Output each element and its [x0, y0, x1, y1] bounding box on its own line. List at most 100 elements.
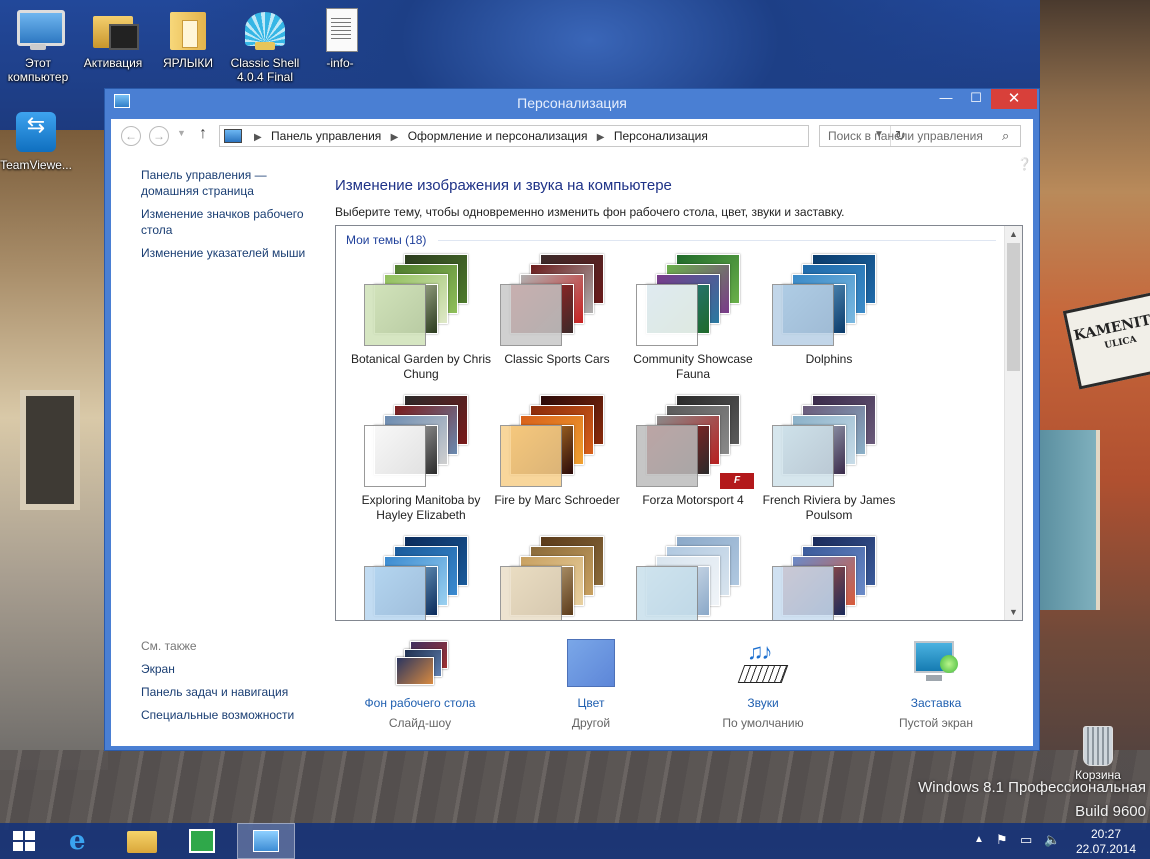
monitor-icon	[14, 6, 65, 54]
group-header-my-themes[interactable]: Мои темы (18)	[346, 233, 426, 247]
breadcrumb: ▶ Панель управления ▶ Оформление и персо…	[248, 129, 708, 143]
up-level-button[interactable]: ↑	[199, 125, 207, 143]
theme-item[interactable]	[484, 536, 612, 620]
search-icon[interactable]: ⌕	[1002, 128, 1018, 144]
clock-time: 20:27	[1090, 827, 1122, 841]
desktop-icon-shortcuts[interactable]: ЯРЛЫКИ	[152, 6, 224, 70]
taskbar-file-explorer[interactable]	[115, 823, 169, 859]
theme-thumbnail	[766, 254, 890, 348]
volume-icon[interactable]: 🔈	[1044, 832, 1060, 859]
wallpaper-building-left	[0, 130, 108, 770]
back-button[interactable]: ←	[121, 126, 141, 146]
help-icon[interactable]: ❔	[1017, 157, 1032, 171]
link-change-desktop-icons[interactable]: Изменение значков рабочего стола	[141, 206, 321, 238]
chevron-right-icon[interactable]: ▶	[391, 132, 399, 143]
see-also-title: См. также	[141, 639, 197, 653]
show-hidden-icons-icon[interactable]: ▲	[974, 834, 984, 859]
desktop-icon-teamviewer[interactable]: TeamViewe...	[0, 108, 72, 172]
action-center-flag-icon[interactable]: ⚑	[996, 832, 1008, 859]
theme-thumbnail	[358, 536, 482, 620]
theme-item[interactable]	[620, 536, 748, 620]
sounds-icon: ♫♪	[733, 639, 793, 689]
scrollbar-thumb[interactable]	[1007, 243, 1020, 371]
themes-list[interactable]: Мои темы (18) Botanical Garden by Chris …	[335, 225, 1023, 621]
theme-item[interactable]	[756, 536, 884, 620]
address-bar[interactable]: ▶ Панель управления ▶ Оформление и персо…	[219, 125, 906, 147]
theme-name: Dolphins	[805, 352, 853, 366]
theme-item[interactable]: French Riviera by James Poulsom	[756, 395, 895, 525]
theme-item[interactable]: Community Showcase Fauna	[620, 254, 753, 384]
chevron-right-icon: ▶	[254, 132, 262, 143]
theme-thumbnail	[358, 254, 482, 348]
search-box[interactable]: ⌕	[819, 125, 1021, 147]
forward-button[interactable]: →	[149, 126, 169, 146]
scroll-down-arrow-icon[interactable]: ▼	[1005, 604, 1022, 620]
desktop-icon-activation[interactable]: Активация	[77, 6, 149, 70]
theme-name: Classic Sports Cars	[504, 352, 610, 366]
link-change-mouse-pointers[interactable]: Изменение указателей мыши	[141, 245, 321, 261]
sounds-option[interactable]: ♫♪ Звуки По умолчанию	[688, 639, 838, 731]
screensaver-option[interactable]: Заставка Пустой экран	[861, 639, 1011, 731]
taskbar-internet-explorer[interactable]: e	[56, 823, 110, 859]
taskbar-control-panel-active[interactable]	[237, 823, 295, 859]
link-ease-of-access[interactable]: Специальные возможности	[141, 707, 321, 723]
internet-explorer-icon: e	[69, 826, 86, 856]
vertical-scrollbar[interactable]: ▲ ▼	[1004, 226, 1022, 620]
title-bar[interactable]: Персонализация — ☐ ✕	[105, 89, 1039, 115]
breadcrumb-item-control-panel[interactable]: Панель управления	[271, 129, 381, 143]
os-watermark: Windows 8.1 Профессиональная	[918, 779, 1146, 796]
link-display[interactable]: Экран	[141, 661, 321, 677]
theme-item[interactable]: Classic Sports Cars	[484, 254, 612, 384]
close-button[interactable]: ✕	[991, 89, 1037, 109]
chevron-right-icon[interactable]: ▶	[597, 132, 605, 143]
theme-name: Forza Motorsport 4	[642, 493, 744, 507]
theme-item[interactable]: Fire by Marc Schroeder	[484, 395, 620, 525]
theme-thumbnail	[494, 254, 618, 348]
taskbar-store[interactable]	[175, 823, 229, 859]
theme-item[interactable]: Botanical Garden by Chris Chung	[348, 254, 491, 384]
theme-thumbnail	[630, 536, 754, 620]
control-panel-icon	[253, 830, 279, 852]
theme-name: French Riviera by James Poulsom	[762, 493, 896, 522]
theme-name: Botanical Garden by Chris Chung	[350, 352, 492, 381]
shell-icon	[241, 6, 289, 54]
theme-thumbnail	[358, 395, 482, 489]
scroll-up-arrow-icon[interactable]: ▲	[1005, 226, 1022, 242]
build-watermark: Build 9600	[1075, 803, 1146, 820]
windows-logo-icon	[13, 831, 35, 851]
page-description: Выберите тему, чтобы одновременно измени…	[335, 205, 845, 219]
desktop-background-option[interactable]: Фон рабочего стола Слайд-шоу	[345, 639, 495, 731]
screensaver-icon	[906, 639, 966, 689]
clock[interactable]: 20:27 22.07.2014	[1070, 827, 1142, 857]
clock-date: 22.07.2014	[1075, 842, 1137, 856]
theme-name: Fire by Marc Schroeder	[494, 493, 620, 507]
breadcrumb-item-personalization[interactable]: Персонализация	[614, 129, 708, 143]
link-taskbar-navigation[interactable]: Панель задач и навигация	[141, 684, 321, 700]
theme-item[interactable]: F Forza Motorsport 4	[620, 395, 754, 525]
color-option[interactable]: Цвет Другой	[516, 639, 666, 731]
start-button[interactable]	[0, 823, 54, 859]
theme-item[interactable]	[348, 536, 476, 620]
breadcrumb-item-appearance[interactable]: Оформление и персонализация	[408, 129, 588, 143]
store-icon	[189, 829, 215, 853]
network-icon[interactable]: ▭	[1020, 832, 1032, 859]
minimize-button[interactable]: —	[931, 89, 961, 109]
street-sign: KAMENITA ULICA	[1062, 290, 1150, 390]
link-control-panel-home[interactable]: Панель управления — домашняя страница	[141, 167, 321, 199]
see-also-section: См. также Экран Панель задач и навигация…	[141, 639, 321, 730]
theme-item[interactable]: Exploring Manitoba by Hayley Elizabeth	[348, 395, 480, 525]
desktop-icon-classic-shell[interactable]: Classic Shell 4.0.4 Final	[229, 6, 301, 84]
desktop-icon-this-pc[interactable]: Этот компьютер	[2, 6, 74, 84]
maximize-button[interactable]: ☐	[961, 89, 991, 109]
recent-locations-dropdown-icon[interactable]: ▼	[177, 128, 186, 138]
theme-thumbnail	[766, 536, 890, 620]
window-client-area: ← → ▼ ↑ ▶ Панель управления ▶ Оформление…	[111, 119, 1033, 746]
teamviewer-icon	[12, 108, 60, 156]
desktop-background-icon	[390, 639, 450, 689]
search-input[interactable]	[820, 126, 1000, 146]
folder-icon	[89, 6, 139, 54]
desktop-icon-info[interactable]: -info-	[304, 6, 376, 70]
color-icon	[561, 639, 621, 689]
theme-item[interactable]: Dolphins	[756, 254, 884, 384]
wallpaper-building-right: KAMENITA ULICA	[1040, 0, 1150, 800]
